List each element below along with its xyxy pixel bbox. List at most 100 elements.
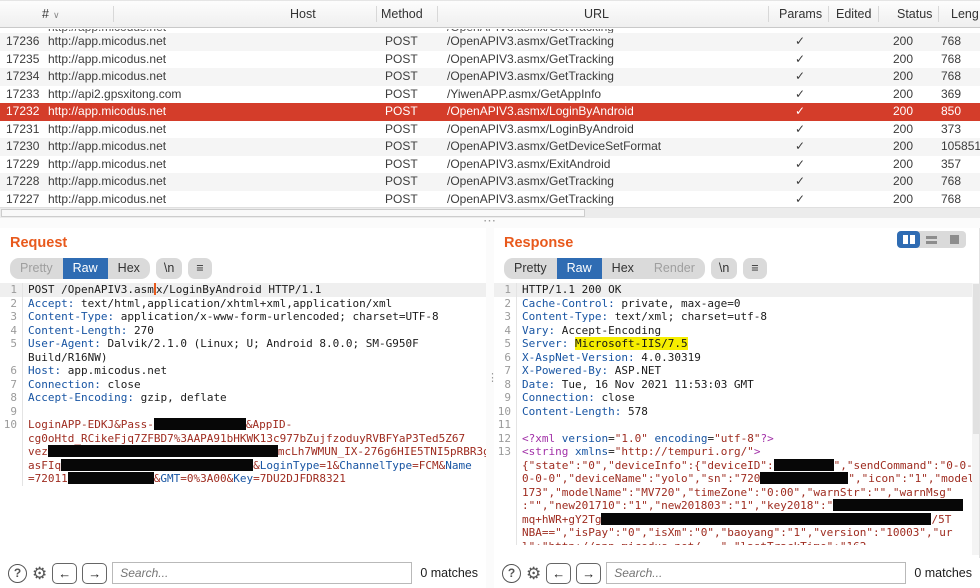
column-header-status[interactable]: Status [897,7,932,21]
tab-raw[interactable]: Raw [63,258,108,279]
previous-match-button[interactable]: ← [52,563,77,584]
column-divider[interactable] [768,6,769,22]
params-checkmark-icon: ✓ [795,33,805,51]
response-editor[interactable]: 1HTTP/1.1 200 OK2Cache-Control: private,… [494,283,980,555]
horizontal-splitter-grip[interactable]: ⋯ [0,218,980,228]
cell-length: 768 [941,173,961,191]
cell-method: POST [385,191,418,209]
column-divider[interactable] [376,6,377,22]
line-number [494,486,516,500]
table-row[interactable]: 17232http://app.micodus.netPOST/OpenAPIV… [0,103,980,121]
line-content: Server: Microsoft-IIS/7.5 [516,337,980,351]
code-line: 7Connection: close [0,378,486,392]
line-content: Content-Length: 578 [516,405,980,419]
vertical-splitter-grip[interactable]: ⋮ [486,228,494,588]
table-row[interactable]: 17234http://app.micodus.netPOST/OpenAPIV… [0,68,980,86]
editor-menu-icon[interactable]: ≡ [743,258,766,279]
split-columns-view-button[interactable] [897,231,920,248]
tab-raw[interactable]: Raw [557,258,602,279]
cell-length: 373 [941,121,961,139]
code-text: ","icon":"1","model":" [848,472,980,485]
column-divider[interactable] [437,6,438,22]
cell-host: http://app.micodus.net [48,191,166,209]
column-header-host[interactable]: Host [290,7,316,21]
request-editor[interactable]: 1POST /OpenAPIV3.asmx/LoginByAndroid HTT… [0,283,486,555]
split-rows-view-button[interactable] [920,231,943,248]
code-text: Connection: [28,378,101,391]
response-search-input[interactable] [606,562,906,584]
line-content: LoginAPP-EDKJ&Pass-&AppID- [22,418,486,432]
tab-pretty[interactable]: Pretty [10,258,63,279]
column-divider[interactable] [938,6,939,22]
editor-menu-icon[interactable]: ≡ [188,258,211,279]
code-line: 5Server: Microsoft-IIS/7.5 [494,337,980,351]
burp-proxy-http-history-window: #∨ Host Method URL Params Edited Status Leng ht… [0,0,980,588]
code-line: asFIq&LoginType=1&ChannelType=FCM&Name [0,459,486,473]
table-row[interactable]: 17235http://app.micodus.netPOST/OpenAPIV… [0,51,980,69]
help-icon[interactable]: ? [502,564,521,583]
cell-method: POST [385,68,418,86]
params-checkmark-icon: ✓ [795,173,805,191]
single-pane-view-button[interactable] [943,231,966,248]
column-divider[interactable] [113,6,114,22]
code-text: text/xml; charset=utf-8 [608,310,767,323]
request-search-input[interactable] [112,562,412,584]
next-match-button[interactable]: → [82,563,107,584]
code-text: X-AspNet-Version: [522,351,635,364]
tab-render[interactable]: Render [644,258,705,279]
scrollbar-thumb[interactable] [1,209,585,217]
next-match-button[interactable]: → [576,563,601,584]
table-row[interactable]: 17236http://app.micodus.netPOST/OpenAPIV… [0,33,980,51]
cell-url: /YiwenAPP.asmx/GetAppInfo [447,86,601,104]
code-line: 11 [494,418,980,432]
request-panel-title: Request [10,235,486,251]
help-icon[interactable]: ? [8,564,27,583]
code-text: l":"http://app.micodus.net/...","lastTra… [522,540,866,545]
code-line: 9 [0,405,486,419]
line-content: :"","new201710":"1","new201803":"1","key… [516,499,980,513]
newline-toggle-button[interactable]: \n [156,258,182,279]
table-row[interactable]: 17230http://app.micodus.netPOST/OpenAPIV… [0,138,980,156]
column-header-method[interactable]: Method [381,7,423,21]
table-row[interactable]: 17228http://app.micodus.netPOST/OpenAPIV… [0,173,980,191]
cell-length: 105851 [941,138,980,156]
code-line: 8Date: Tue, 16 Nov 2021 11:53:03 GMT [494,378,980,392]
cell-method: POST [385,173,418,191]
cell-number: 17231 [6,121,39,139]
column-header-url[interactable]: URL [584,7,609,21]
code-text: LoginAPP-EDKJ&Pass- [28,418,154,431]
line-number: 10 [0,418,22,432]
line-number: 9 [0,405,22,419]
table-row[interactable]: 17229http://app.micodus.netPOST/OpenAPIV… [0,156,980,174]
code-text: Connection: [522,391,595,404]
cell-number: 17229 [6,156,39,174]
line-content: Cache-Control: private, max-age=0 [516,297,980,311]
code-line: 8Accept-Encoding: gzip, deflate [0,391,486,405]
table-row[interactable]: 17233http://api2.gpsxitong.comPOST/Yiwen… [0,86,980,104]
code-text: "http://tempuri.org/" [615,445,754,458]
tab-pretty[interactable]: Pretty [504,258,557,279]
column-header-params[interactable]: Params [779,7,822,21]
line-number: 3 [494,310,516,324]
table-row[interactable]: 17227http://app.micodus.netPOST/OpenAPIV… [0,191,980,209]
code-text: 4.0.30319 [635,351,701,364]
cell-status: 200 [893,103,913,121]
column-header-edited[interactable]: Edited [836,7,871,21]
column-header-num[interactable]: #∨ [42,7,60,21]
tab-hex[interactable]: Hex [602,258,644,279]
previous-match-button[interactable]: ← [546,563,571,584]
cell-method: POST [385,33,418,51]
newline-toggle-button[interactable]: \n [711,258,737,279]
column-divider[interactable] [828,6,829,22]
column-divider[interactable] [878,6,879,22]
code-text: ?> [760,432,773,445]
code-line: 0-0-0","deviceName":"yolo","sn":"720","i… [494,472,980,486]
column-header-leng[interactable]: Leng [951,7,979,21]
gear-icon[interactable]: ⚙ [32,565,47,582]
table-row[interactable]: 17231http://app.micodus.netPOST/OpenAPIV… [0,121,980,139]
cell-method: POST [385,121,418,139]
code-line: {"state":"0","deviceInfo":{"deviceID":",… [494,459,980,473]
tab-hex[interactable]: Hex [108,258,150,279]
gear-icon[interactable]: ⚙ [526,565,541,582]
request-search-bar: ? ⚙ ← → 0 matches [0,558,486,588]
